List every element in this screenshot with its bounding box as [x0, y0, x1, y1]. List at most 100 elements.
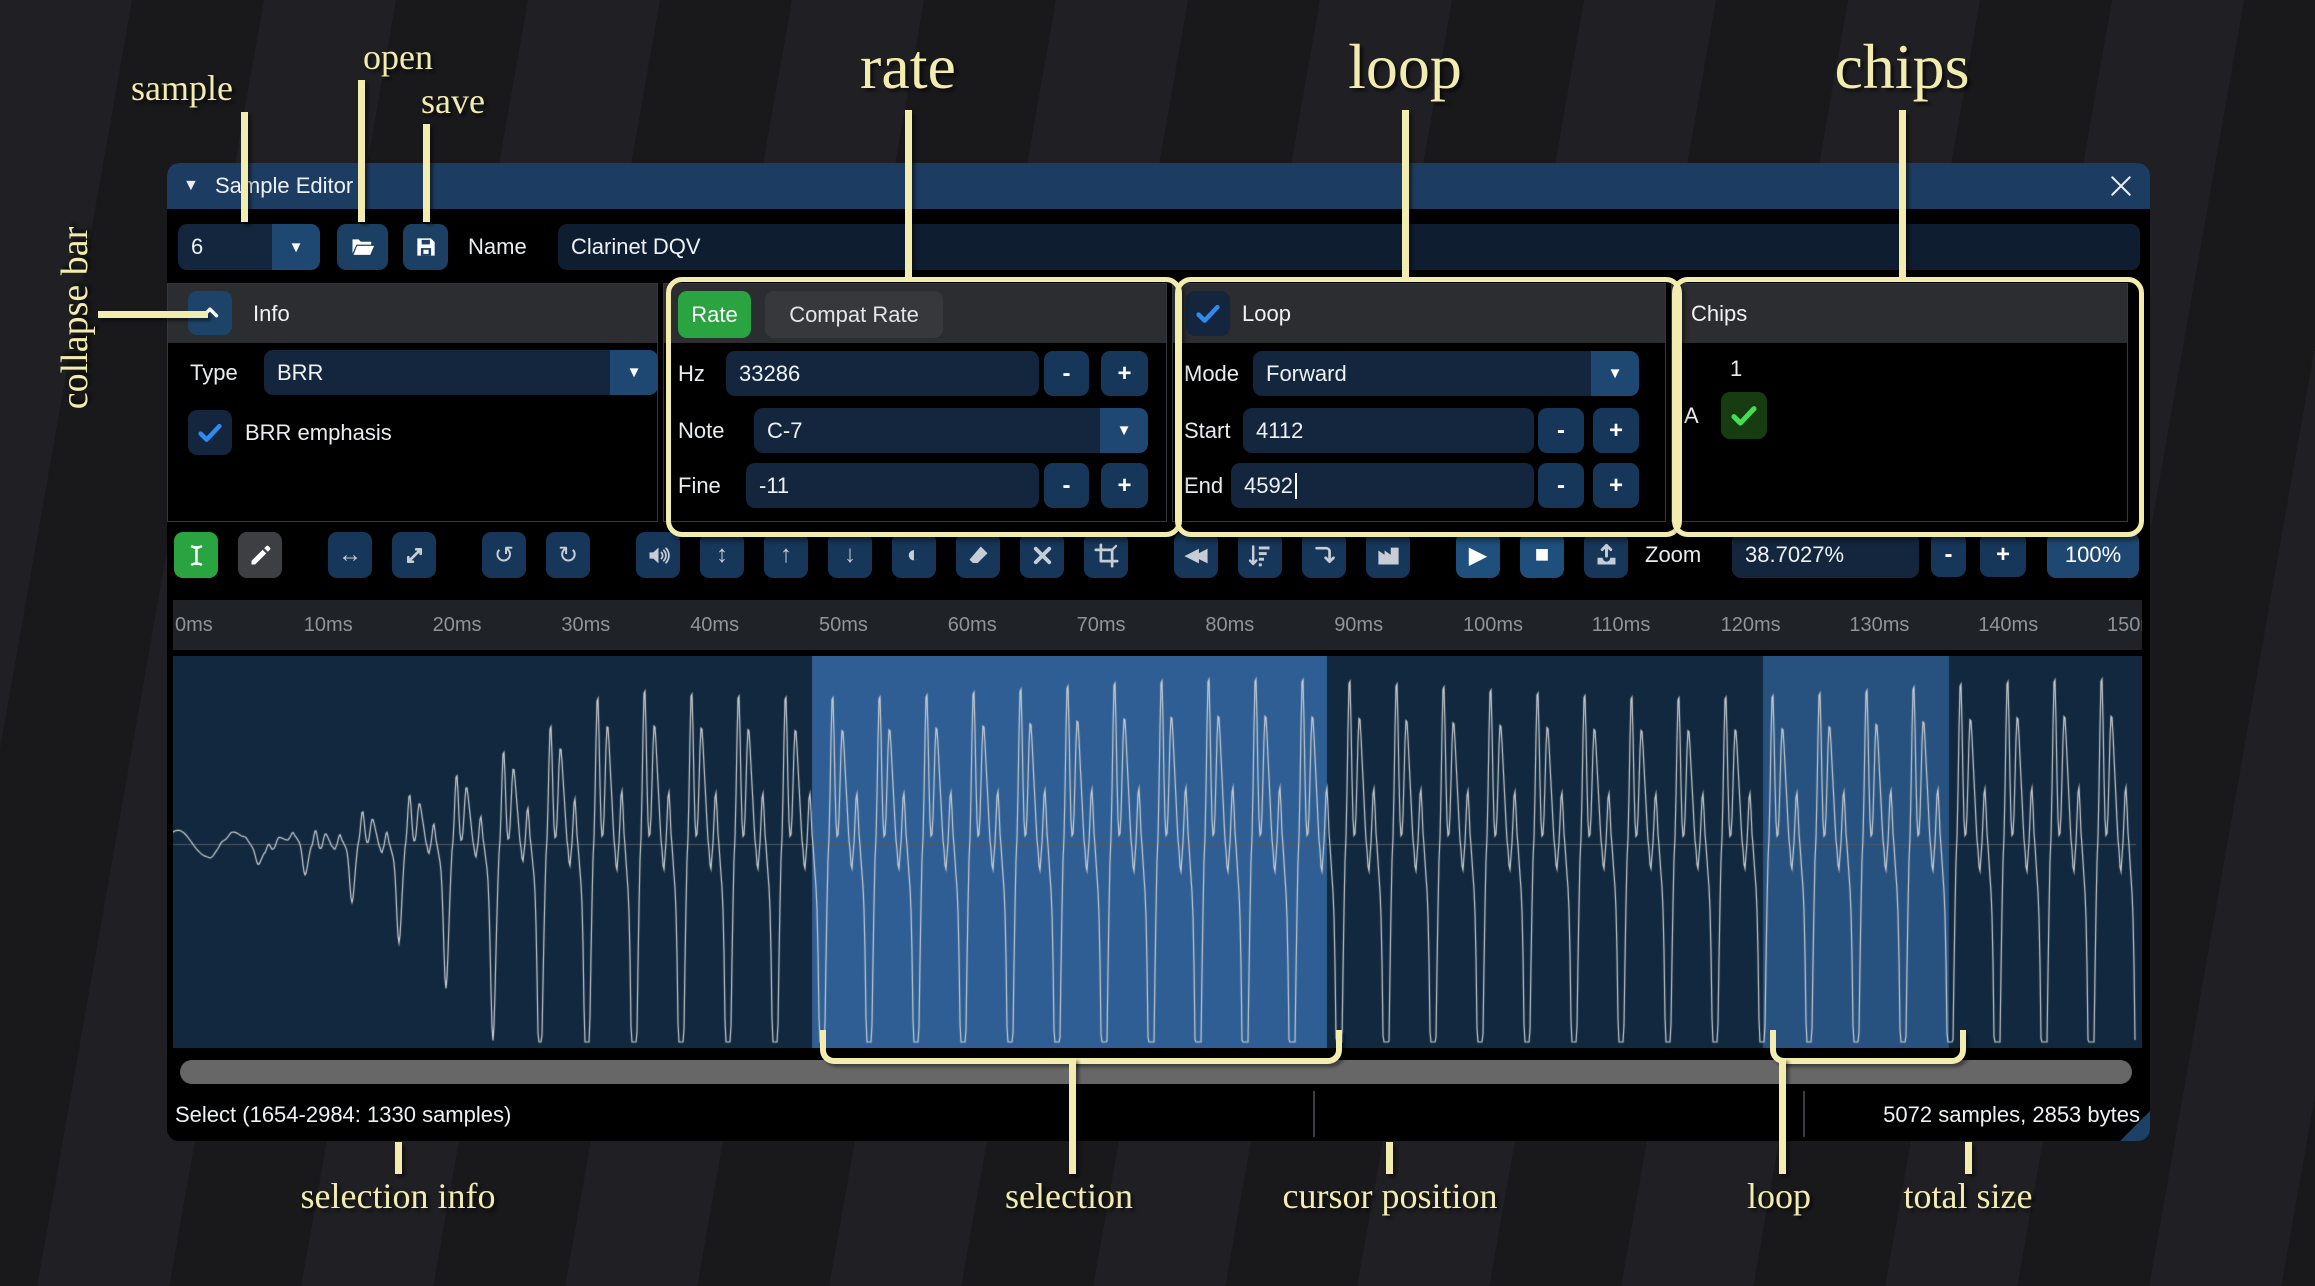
annotation-rate: rate — [860, 31, 956, 102]
pencil-icon — [251, 545, 270, 564]
total-size-text: 5072 samples, 2853 bytes — [1883, 1102, 2140, 1127]
insert-button[interactable] — [1302, 532, 1346, 578]
callout-line-loop — [1402, 110, 1409, 277]
sample-toolbar: ↔ ↺ ↻ ↕ ↑ ↓ ◐ ◀◀ ▶ ■ — [174, 532, 1628, 578]
arrows-horizontal-icon: ↔ — [338, 541, 362, 568]
ruler-tick: 40ms — [690, 614, 740, 636]
annotation-save: save — [421, 81, 485, 121]
select-tool-button[interactable] — [174, 532, 218, 578]
speaker-icon — [649, 546, 670, 564]
ruler-tick: 130ms — [1849, 614, 1910, 636]
arrow-turn-down-icon — [1314, 546, 1335, 563]
sample-number-dropdown[interactable]: 6 ▼ — [178, 224, 320, 270]
bracket-loop — [1770, 1030, 1966, 1064]
type-value: BRR — [264, 350, 610, 395]
ruler-tick: 90ms — [1334, 614, 1384, 636]
stop-icon: ■ — [1534, 541, 1550, 568]
save-sample-button[interactable] — [403, 224, 448, 270]
ibeam-cursor-icon — [190, 544, 202, 566]
resize-button[interactable]: ↔ — [328, 532, 372, 578]
downsample-button[interactable] — [1238, 532, 1282, 578]
close-icon[interactable] — [2098, 163, 2144, 209]
ruler-tick: 120ms — [1720, 614, 1781, 636]
preview-play-button[interactable]: ▶ — [1456, 532, 1500, 578]
info-panel: Info Type BRR ▼ BRR emphasis — [167, 283, 658, 522]
callout-line-collapse-bar — [98, 311, 208, 318]
normalize-button[interactable]: ↕ — [700, 532, 744, 578]
fade-out-button[interactable]: ↓ — [828, 532, 872, 578]
brr-emphasis-label: BRR emphasis — [245, 420, 392, 445]
screenshot-stage: ▼ Sample Editor 6 ▼ Name Clarinet DQV In… — [0, 0, 2315, 1286]
type-dropdown[interactable]: BRR ▼ — [264, 350, 658, 395]
industry-icon — [1377, 547, 1399, 564]
callout-stem-selection — [1069, 1058, 1076, 1174]
arrows-diagonal-icon — [406, 547, 422, 563]
trim-button[interactable] — [1084, 532, 1128, 578]
check-icon — [198, 423, 222, 442]
open-folder-icon — [352, 239, 374, 255]
save-icon — [416, 238, 435, 256]
copy-to-wavetable-button[interactable] — [1584, 532, 1628, 578]
preview-stop-button[interactable]: ■ — [1520, 532, 1564, 578]
ruler-tick: 140ms — [1978, 614, 2039, 636]
half-circle-icon: ◐ — [906, 541, 922, 568]
type-label: Type — [190, 360, 238, 385]
window-collapse-icon[interactable]: ▼ — [183, 163, 199, 209]
annotation-open: open — [363, 37, 433, 77]
edit-tool-button[interactable] — [238, 532, 282, 578]
ruler-tick: 20ms — [432, 614, 482, 636]
callout-stem-loop — [1779, 1058, 1786, 1174]
zoom-input[interactable]: 38.7027% — [1732, 532, 1919, 578]
backward-icon: ◀◀ — [1184, 544, 1207, 566]
callout-line-selection-info — [395, 1142, 402, 1174]
bracket-selection — [820, 1030, 1342, 1064]
status-bar: Select (1654-2984: 1330 samples) 5072 sa… — [167, 1088, 2150, 1141]
annotation-sample: sample — [131, 68, 233, 108]
ruler-tick: 70ms — [1076, 614, 1126, 636]
filter-button[interactable] — [1366, 532, 1410, 578]
annotation-selection: selection — [1005, 1176, 1133, 1216]
crop-icon — [1093, 542, 1119, 568]
zoom-reset-button[interactable]: 100% — [2047, 532, 2139, 578]
amplify-button[interactable] — [636, 532, 680, 578]
time-ruler[interactable]: 0ms 10ms 20ms 30ms 40ms 50ms 60ms 70ms 80ms 90ms 1… — [173, 600, 2142, 650]
chevron-down-icon: ▼ — [272, 224, 320, 270]
upload-icon — [1597, 543, 1615, 564]
annotation-collapse-bar: collapse bar — [54, 226, 96, 410]
status-separator — [1803, 1091, 1805, 1137]
brr-emphasis-checkbox[interactable] — [188, 410, 232, 455]
waveform-area[interactable] — [173, 656, 2142, 1048]
chevron-down-icon: ▼ — [610, 350, 658, 395]
redo-button[interactable]: ↻ — [546, 532, 590, 578]
silence-button[interactable] — [956, 532, 1000, 578]
annotation-loop: loop — [1348, 31, 1462, 102]
name-label: Name — [468, 234, 527, 259]
ruler-tick: 80ms — [1205, 614, 1255, 636]
highlight-box-loop — [1175, 277, 1682, 537]
callout-line-total-size — [1965, 1142, 1972, 1174]
sort-descending-icon — [1248, 544, 1269, 566]
redo-icon: ↻ — [557, 541, 579, 569]
ruler-tick: 10ms — [303, 614, 353, 636]
reverse-button[interactable]: ◀◀ — [1174, 532, 1218, 578]
callout-line-chips — [1899, 110, 1906, 277]
invert-button[interactable]: ◐ — [892, 532, 936, 578]
callout-line-rate — [905, 110, 912, 277]
resample-button[interactable] — [392, 532, 436, 578]
zoom-out-button[interactable]: - — [1931, 532, 1966, 577]
window-titlebar[interactable]: ▼ Sample Editor — [167, 163, 2150, 209]
status-separator — [1313, 1091, 1315, 1137]
highlight-box-chips — [1672, 277, 2144, 537]
arrow-up-icon: ↑ — [780, 541, 792, 568]
ruler-tick: 150ms — [2107, 614, 2142, 636]
zoom-in-button[interactable]: + — [1980, 532, 2026, 577]
undo-button[interactable]: ↺ — [482, 532, 526, 578]
waveform-canvas[interactable] — [173, 656, 2142, 1048]
delete-button[interactable] — [1020, 532, 1064, 578]
ruler-tick: 100ms — [1463, 614, 1524, 636]
fade-in-button[interactable]: ↑ — [764, 532, 808, 578]
open-sample-button[interactable] — [337, 224, 388, 270]
eraser-icon — [969, 546, 987, 563]
arrows-vertical-icon: ↕ — [716, 541, 728, 568]
undo-icon: ↺ — [493, 541, 515, 569]
